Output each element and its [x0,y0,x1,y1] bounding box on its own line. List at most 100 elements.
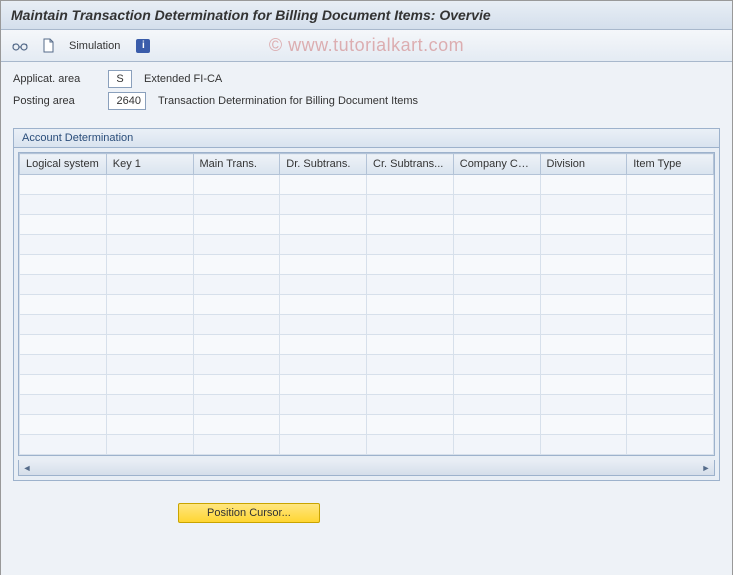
table-cell[interactable] [193,295,280,315]
table-row[interactable] [20,275,714,295]
table-cell[interactable] [627,435,714,455]
table-cell[interactable] [453,175,540,195]
column-header[interactable]: Dr. Subtrans. [280,154,367,175]
table-cell[interactable] [453,315,540,335]
table-cell[interactable] [627,375,714,395]
table-cell[interactable] [20,275,107,295]
table-cell[interactable] [193,415,280,435]
table-cell[interactable] [367,195,454,215]
table-cell[interactable] [367,435,454,455]
table-cell[interactable] [627,175,714,195]
table-row[interactable] [20,435,714,455]
table-cell[interactable] [280,375,367,395]
table-cell[interactable] [20,415,107,435]
table-cell[interactable] [367,395,454,415]
table-cell[interactable] [627,415,714,435]
table-cell[interactable] [367,415,454,435]
table-cell[interactable] [453,435,540,455]
table-cell[interactable] [106,235,193,255]
applicat-area-input[interactable] [108,70,132,88]
table-cell[interactable] [453,415,540,435]
table-cell[interactable] [20,195,107,215]
table-cell[interactable] [627,275,714,295]
table-cell[interactable] [367,295,454,315]
table-cell[interactable] [453,195,540,215]
table-cell[interactable] [280,195,367,215]
table-cell[interactable] [280,415,367,435]
table-cell[interactable] [627,355,714,375]
table-cell[interactable] [106,295,193,315]
table-cell[interactable] [367,175,454,195]
glasses-icon[interactable] [9,35,31,57]
table-cell[interactable] [20,395,107,415]
table-row[interactable] [20,315,714,335]
table-cell[interactable] [20,255,107,275]
table-cell[interactable] [193,375,280,395]
table-cell[interactable] [106,195,193,215]
info-icon[interactable]: i [136,39,150,53]
table-cell[interactable] [627,195,714,215]
table-cell[interactable] [106,335,193,355]
table-cell[interactable] [453,395,540,415]
table-cell[interactable] [280,395,367,415]
table-cell[interactable] [20,315,107,335]
table-row[interactable] [20,355,714,375]
table-cell[interactable] [193,195,280,215]
posting-area-input[interactable] [108,92,146,110]
table-row[interactable] [20,235,714,255]
table-cell[interactable] [280,275,367,295]
table-cell[interactable] [193,255,280,275]
table-cell[interactable] [280,315,367,335]
table-cell[interactable] [453,275,540,295]
table-cell[interactable] [106,375,193,395]
table-cell[interactable] [193,355,280,375]
table-cell[interactable] [280,175,367,195]
table-cell[interactable] [540,415,627,435]
table-cell[interactable] [20,215,107,235]
table-cell[interactable] [540,195,627,215]
table-cell[interactable] [627,315,714,335]
scroll-left-icon[interactable]: ◄ [19,461,35,475]
table-row[interactable] [20,255,714,275]
table-cell[interactable] [106,415,193,435]
horizontal-scrollbar[interactable]: ◄ ► [18,460,715,476]
table-cell[interactable] [540,275,627,295]
table-cell[interactable] [280,235,367,255]
table-cell[interactable] [367,315,454,335]
table-cell[interactable] [453,375,540,395]
table-cell[interactable] [193,175,280,195]
column-header[interactable]: Item Type [627,154,714,175]
table-cell[interactable] [20,335,107,355]
table-cell[interactable] [20,355,107,375]
table-cell[interactable] [627,215,714,235]
position-cursor-button[interactable]: Position Cursor... [178,503,320,523]
table-cell[interactable] [453,215,540,235]
table-cell[interactable] [540,175,627,195]
column-header[interactable]: Main Trans. [193,154,280,175]
table-cell[interactable] [280,335,367,355]
table-cell[interactable] [627,295,714,315]
table-cell[interactable] [540,395,627,415]
table-cell[interactable] [280,255,367,275]
table-cell[interactable] [193,335,280,355]
table-cell[interactable] [540,315,627,335]
table-row[interactable] [20,375,714,395]
table-cell[interactable] [453,255,540,275]
table-cell[interactable] [540,375,627,395]
table-cell[interactable] [367,275,454,295]
scroll-track[interactable] [35,463,698,473]
table-cell[interactable] [453,355,540,375]
table-cell[interactable] [20,435,107,455]
column-header[interactable]: Cr. Subtrans... [367,154,454,175]
table-cell[interactable] [106,215,193,235]
column-header[interactable]: Division [540,154,627,175]
table-row[interactable] [20,415,714,435]
table-cell[interactable] [20,295,107,315]
table-row[interactable] [20,215,714,235]
table-cell[interactable] [540,295,627,315]
table-cell[interactable] [540,355,627,375]
table-cell[interactable] [367,355,454,375]
table-cell[interactable] [627,235,714,255]
table-cell[interactable] [627,395,714,415]
table-cell[interactable] [453,295,540,315]
